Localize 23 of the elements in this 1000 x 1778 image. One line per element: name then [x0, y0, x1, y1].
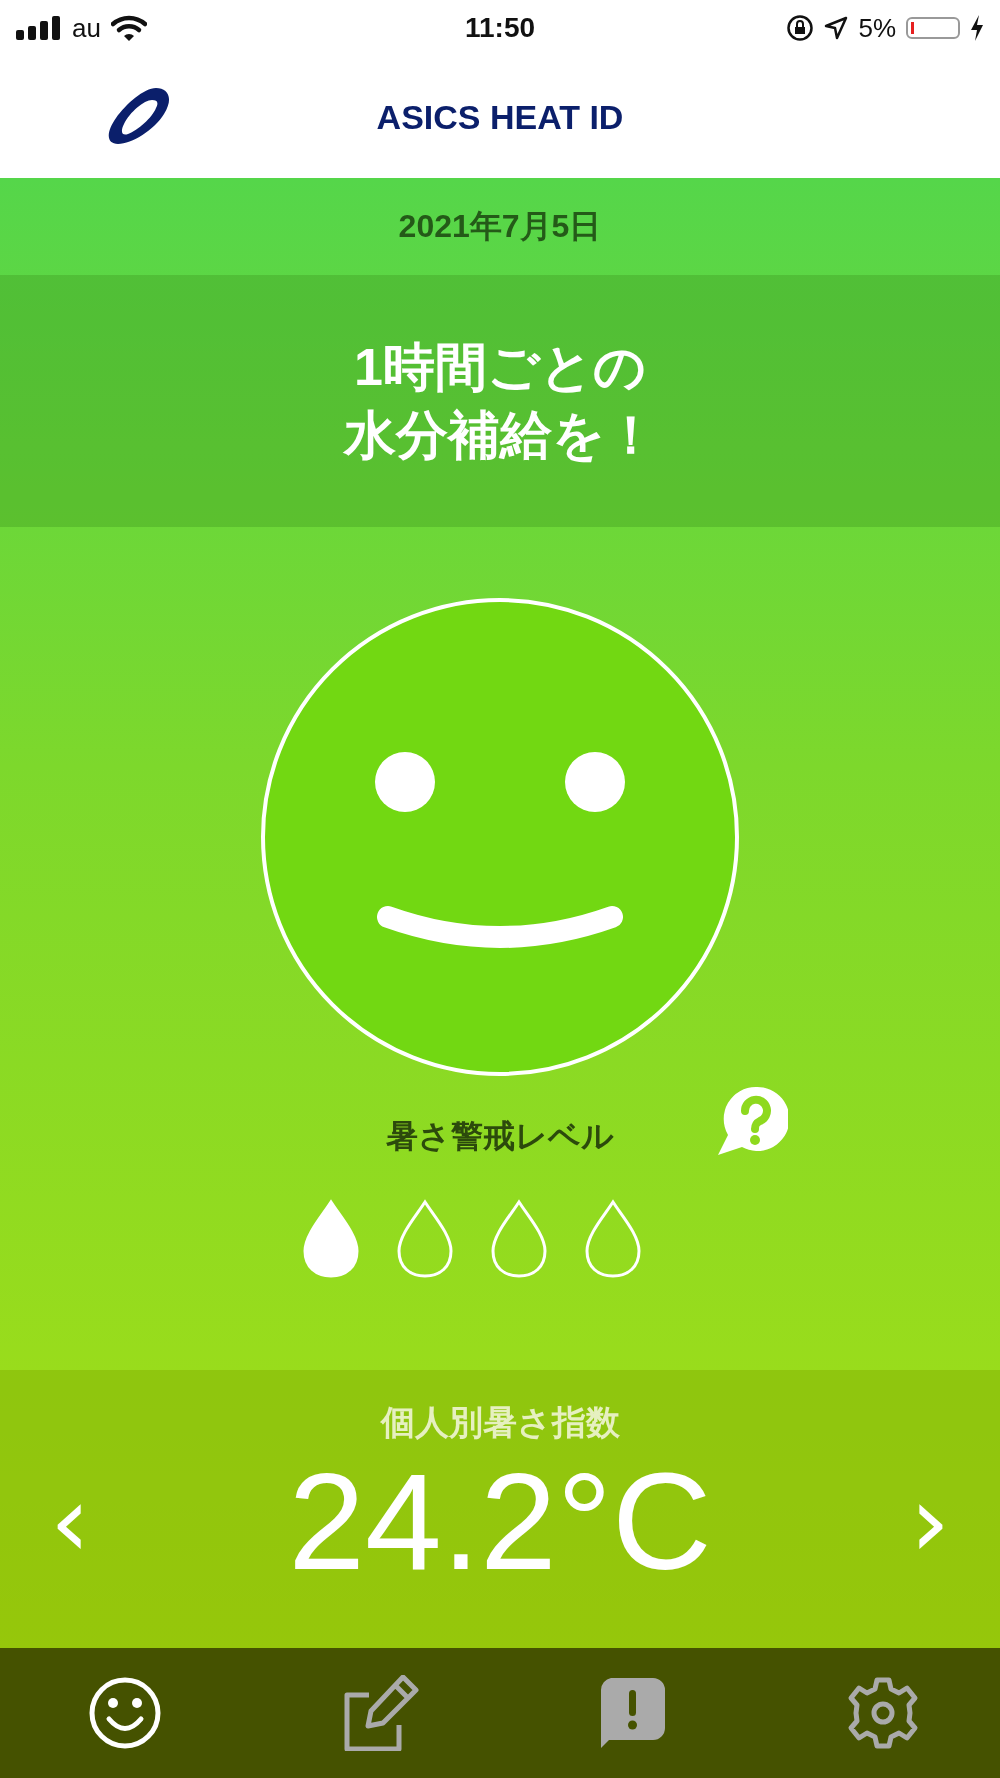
wifi-icon: [110, 15, 147, 41]
charging-icon: [970, 15, 984, 41]
next-button[interactable]: ›: [900, 1471, 960, 1572]
logo-icon: [108, 86, 172, 146]
battery-percent: 5%: [858, 12, 896, 44]
date-label: 2021年7月5日: [398, 206, 602, 246]
index-title: 個人別暑さ指数: [380, 1401, 620, 1444]
carrier-name: au: [72, 12, 101, 44]
smiley-tab-icon[interactable]: [88, 1676, 162, 1750]
edit-tab-icon[interactable]: [342, 1675, 419, 1751]
alert-tab-icon[interactable]: [599, 1678, 666, 1748]
signal-icon: [16, 16, 62, 40]
level-label: 暑さ警戒レベル: [386, 1116, 614, 1157]
message-text: 水分補給を！: [343, 405, 657, 466]
status-time: 11:50: [464, 12, 536, 44]
rotation-lock-icon: [786, 14, 815, 42]
smiley-face-icon: [260, 597, 740, 1077]
app-title: ASICS HEAT ID: [376, 97, 624, 137]
index-value: 24.2°C: [288, 1446, 712, 1598]
location-icon: [824, 16, 849, 40]
previous-button[interactable]: ‹: [40, 1471, 100, 1572]
battery-icon: [906, 17, 960, 39]
message-text: 1時間ごとの: [354, 336, 646, 398]
